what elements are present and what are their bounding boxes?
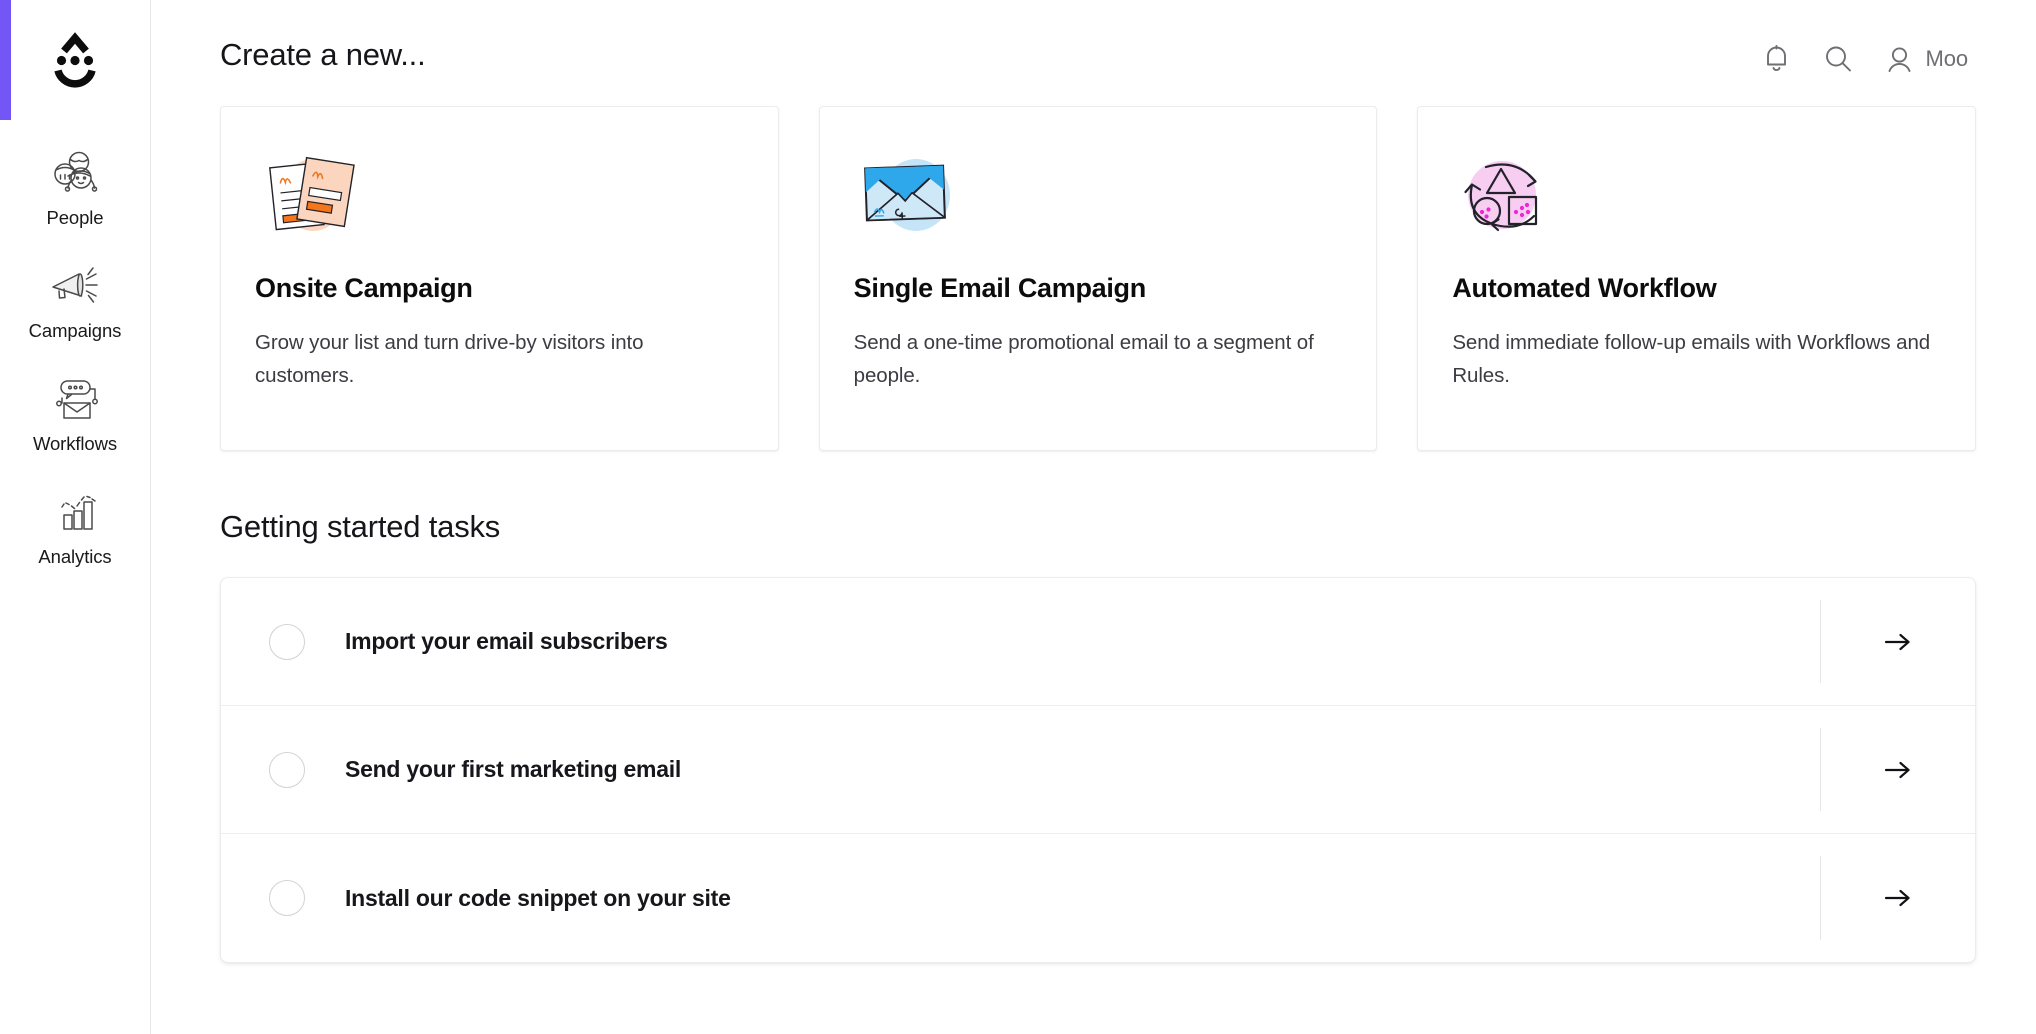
notifications-bell-icon[interactable] (1761, 42, 1792, 75)
app-logo[interactable] (0, 0, 150, 120)
page-title: Create a new... (220, 37, 426, 72)
create-card-title: Onsite Campaign (255, 273, 473, 303)
task-arrow-button[interactable] (1820, 706, 1975, 833)
create-card-title: Single Email Campaign (853, 273, 1147, 303)
header-actions: Moo (1761, 36, 1977, 75)
chat-envelope-icon (47, 372, 103, 426)
person-icon (1884, 43, 1915, 75)
create-card-description: Grow your list and turn drive-by visitor… (255, 331, 644, 388)
sidebar-item-workflows[interactable]: Workflows (0, 346, 150, 459)
user-name: Moo (1925, 45, 1969, 71)
bar-chart-icon (48, 485, 102, 539)
workflow-loop-icon (1452, 143, 1941, 247)
main-content: Create a new... Moo Onsite Campaign Grow… (151, 0, 2036, 1034)
create-card-description: Send a one-time promotional email to a s… (853, 331, 1314, 388)
sidebar-item-label: Workflows (32, 433, 118, 454)
sidebar: People Campaigns Workflows Analytics (0, 0, 151, 1034)
arrow-right-icon (1884, 889, 1910, 907)
account-menu[interactable]: Moo (1884, 43, 1969, 75)
arrow-right-icon (1884, 633, 1910, 650)
sidebar-item-label: Analytics (38, 546, 112, 567)
task-label: Import your email subscribers (345, 628, 668, 654)
sidebar-item-analytics[interactable]: Analytics (0, 459, 150, 572)
app-root: People Campaigns Workflows Analytics Cre… (0, 0, 2036, 1034)
arrow-right-icon (1884, 761, 1910, 778)
sidebar-item-label: People (46, 207, 104, 228)
task-label: Send your first marketing email (345, 756, 682, 782)
task-row[interactable]: Send your first marketing email (221, 706, 1975, 834)
create-card-onsite-campaign[interactable]: Onsite Campaign Grow your list and turn … (220, 106, 779, 451)
task-arrow-button[interactable] (1820, 578, 1975, 705)
sidebar-item-label: Campaigns (28, 320, 122, 341)
task-row[interactable]: Install our code snippet on your site (221, 834, 1975, 962)
onsite-flyers-icon (255, 143, 744, 247)
task-row[interactable]: Import your email subscribers (221, 578, 1975, 706)
create-card-automated-workflow[interactable]: Automated Workflow Send immediate follow… (1417, 106, 1977, 451)
getting-started-title: Getting started tasks (220, 509, 501, 544)
topbar: Create a new... Moo (151, 0, 2036, 75)
megaphone-icon (46, 259, 104, 313)
task-arrow-button[interactable] (1820, 834, 1975, 962)
getting-started-tasks-card: Import your email subscribers Send your … (220, 577, 1976, 963)
create-card-single-email-campaign[interactable]: Single Email Campaign Send a one-time pr… (818, 106, 1378, 451)
smiley-drop-logo-icon (54, 32, 96, 88)
sidebar-item-people[interactable]: People (0, 120, 150, 233)
sidebar-active-accent-bar (0, 0, 11, 120)
task-label: Install our code snippet on your site (345, 884, 731, 911)
search-icon[interactable] (1822, 43, 1854, 75)
create-cards-row: Onsite Campaign Grow your list and turn … (151, 75, 2036, 451)
sidebar-item-campaigns[interactable]: Campaigns (0, 233, 150, 346)
envelope-icon (854, 143, 1343, 247)
task-checkbox[interactable] (269, 623, 305, 660)
task-checkbox[interactable] (269, 880, 305, 916)
create-card-description: Send immediate follow-up emails with Wor… (1452, 331, 1931, 388)
task-checkbox[interactable] (269, 751, 305, 788)
people-icon (48, 146, 102, 200)
create-card-title: Automated Workflow (1452, 273, 1717, 303)
